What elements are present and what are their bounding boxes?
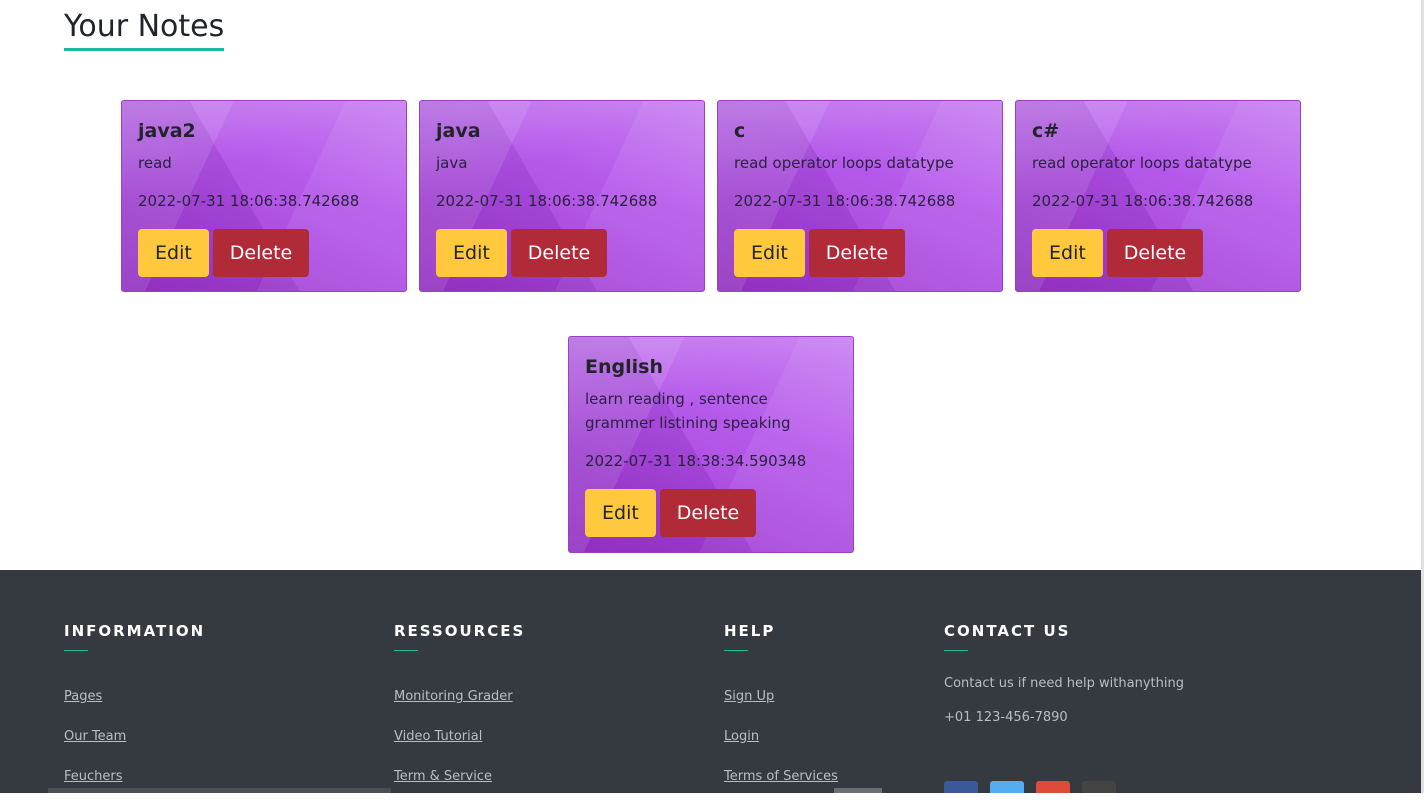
note-description: read operator loops datatype (1032, 154, 1252, 172)
footer-information: INFORMATION Pages Our Team Feuchers (64, 622, 205, 805)
delete-button[interactable]: Delete (1106, 229, 1204, 277)
footer-heading: INFORMATION (64, 622, 206, 640)
twitter-icon[interactable] (990, 781, 1024, 793)
footer-heading: CONTACT US (944, 622, 1071, 640)
footer-link-sign-up[interactable]: Sign Up (724, 689, 774, 704)
note-title: c# (1032, 120, 1060, 142)
heading-underline (724, 650, 748, 651)
delete-button[interactable]: Delete (212, 229, 310, 277)
note-description: java (436, 154, 468, 172)
site-footer: INFORMATION Pages Our Team Feuchers RESS… (0, 570, 1424, 793)
note-title: English (585, 356, 663, 378)
note-title: java2 (138, 120, 196, 142)
footer-heading: HELP (724, 622, 776, 640)
edit-button[interactable]: Edit (1032, 229, 1103, 277)
footer-link-terms-of-services[interactable]: Terms of Services (724, 769, 838, 784)
google-plus-icon[interactable] (1036, 781, 1070, 793)
horizontal-scrollbar-thumb[interactable] (834, 788, 882, 793)
note-description: learn reading , sentence grammer listini… (585, 390, 791, 432)
note-description: read operator loops datatype (734, 154, 954, 172)
note-title: c (734, 120, 746, 142)
delete-button[interactable]: Delete (808, 229, 906, 277)
note-date: 2022-07-31 18:06:38.742688 (436, 192, 658, 210)
footer-link-login[interactable]: Login (724, 729, 759, 744)
horizontal-scrollbar-thumb[interactable] (48, 788, 391, 793)
social-links (944, 781, 1116, 793)
facebook-icon[interactable] (944, 781, 978, 793)
footer-resources: RESSOURCES Monitoring Grader Video Tutor… (394, 622, 525, 805)
note-card: c# read operator loops datatype 2022-07-… (1015, 100, 1301, 292)
note-date: 2022-07-31 18:06:38.742688 (138, 192, 360, 210)
github-icon[interactable] (1082, 781, 1116, 793)
note-date: 2022-07-31 18:06:38.742688 (1032, 192, 1254, 210)
footer-contact: CONTACT US Contact us if need help witha… (944, 622, 1184, 725)
note-date: 2022-07-31 18:38:34.590348 (585, 452, 807, 470)
note-title: java (436, 120, 481, 142)
footer-help: HELP Sign Up Login Terms of Services (724, 622, 838, 805)
edit-button[interactable]: Edit (138, 229, 209, 277)
heading-underline (394, 650, 418, 651)
footer-link-monitoring-grader[interactable]: Monitoring Grader (394, 689, 513, 704)
delete-button[interactable]: Delete (510, 229, 608, 277)
note-date: 2022-07-31 18:06:38.742688 (734, 192, 956, 210)
footer-link-feuchers[interactable]: Feuchers (64, 769, 123, 784)
note-card: English learn reading , sentence grammer… (568, 336, 854, 553)
edit-button[interactable]: Edit (734, 229, 805, 277)
note-card: java2 read 2022-07-31 18:06:38.742688 Ed… (121, 100, 407, 292)
page-title: Your Notes (64, 8, 225, 51)
footer-link-our-team[interactable]: Our Team (64, 729, 126, 744)
note-description: read (138, 154, 172, 172)
footer-link-term-service[interactable]: Term & Service (394, 769, 492, 784)
edit-button[interactable]: Edit (436, 229, 507, 277)
footer-link-video-tutorial[interactable]: Video Tutorial (394, 729, 482, 744)
heading-underline (64, 650, 88, 651)
footer-heading: RESSOURCES (394, 622, 526, 640)
heading-underline (944, 650, 968, 651)
edit-button[interactable]: Edit (585, 489, 656, 537)
note-card: c read operator loops datatype 2022-07-3… (717, 100, 1003, 292)
contact-text: Contact us if need help withanything (944, 676, 1184, 691)
note-card: java java 2022-07-31 18:06:38.742688 Edi… (419, 100, 705, 292)
delete-button[interactable]: Delete (659, 489, 757, 537)
contact-phone: +01 123-456-7890 (944, 710, 1068, 725)
footer-link-pages[interactable]: Pages (64, 689, 102, 704)
